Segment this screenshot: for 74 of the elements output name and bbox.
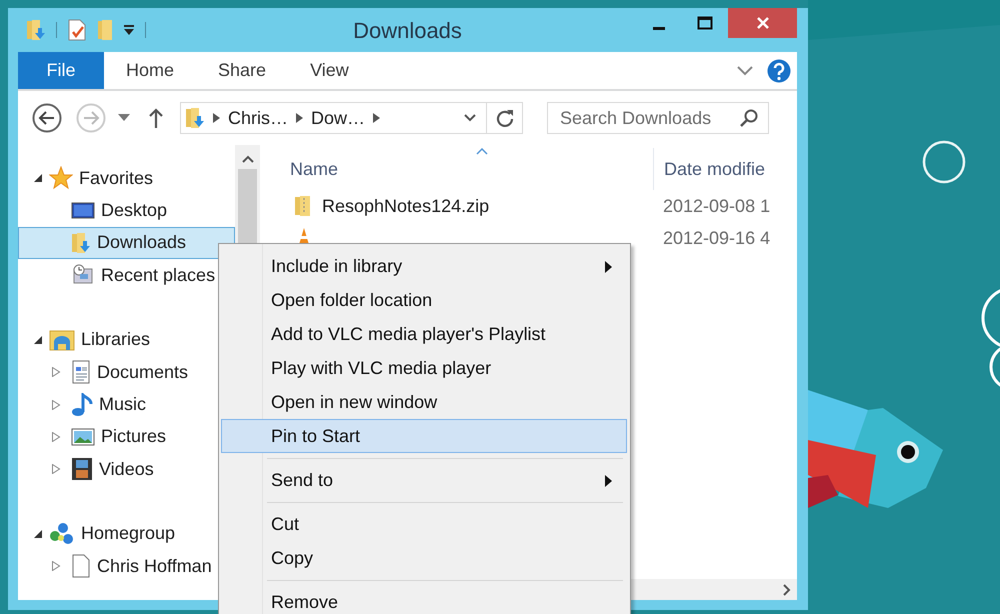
breadcrumb-arrow-icon xyxy=(373,113,380,123)
document-icon xyxy=(71,360,91,384)
music-note-icon xyxy=(71,392,93,417)
search-icon[interactable] xyxy=(739,108,759,128)
menu-item[interactable]: Remove xyxy=(221,585,627,614)
breadcrumb[interactable]: Dow… xyxy=(311,108,366,128)
date-cell-text: 2012-09-08 1 xyxy=(662,196,770,216)
scroll-right-icon[interactable] xyxy=(783,584,791,596)
nav-item[interactable]: Libraries xyxy=(81,329,150,350)
expanded-arrow-icon[interactable] xyxy=(33,173,43,184)
film-strip-icon xyxy=(71,457,93,482)
maximize-icon xyxy=(697,16,713,30)
minimize-icon xyxy=(653,26,665,30)
collapsed-arrow-icon[interactable] xyxy=(51,432,61,442)
nav-item[interactable]: Desktop xyxy=(101,200,168,222)
close-button[interactable] xyxy=(728,8,797,38)
date-cell-text: 2012-09-16 4 xyxy=(662,228,770,248)
expanded-arrow-icon[interactable] xyxy=(33,528,43,539)
library-folder-icon xyxy=(49,328,75,352)
nav-item[interactable]: Homegroup xyxy=(81,523,176,544)
breadcrumb[interactable]: Chris… xyxy=(228,108,288,128)
nav-item[interactable]: Recent places xyxy=(101,264,216,286)
menu-item[interactable]: Play with VLC media player xyxy=(221,351,627,385)
folder-icon xyxy=(71,232,91,254)
ribbon-tab[interactable]: View xyxy=(288,52,371,89)
search-field[interactable]: Search Downloads xyxy=(547,102,769,134)
scroll-up-icon[interactable] xyxy=(242,155,254,163)
collapsed-arrow-icon[interactable] xyxy=(51,367,61,378)
recent-locations-button[interactable] xyxy=(118,114,130,122)
menu-item[interactable]: Include in library xyxy=(221,249,627,283)
menu-item[interactable]: Open in new window xyxy=(221,385,627,419)
chevron-down-icon[interactable] xyxy=(737,66,753,76)
file-tab[interactable]: File xyxy=(18,52,104,89)
menu-item[interactable]: Pin to Start xyxy=(221,419,627,453)
help-icon[interactable] xyxy=(767,58,791,82)
address-dropdown-icon[interactable] xyxy=(464,114,476,122)
menu-item[interactable]: Copy xyxy=(221,541,627,575)
up-button[interactable] xyxy=(148,107,164,129)
collapsed-arrow-icon[interactable] xyxy=(51,561,61,572)
window-title: Downloads xyxy=(353,18,462,43)
nav-item[interactable]: Documents xyxy=(97,362,188,383)
monitor-icon xyxy=(71,200,95,221)
close-icon xyxy=(756,16,770,30)
nav-item[interactable]: Chris Hoffman xyxy=(97,556,212,577)
landscape-picture-icon xyxy=(71,426,95,447)
up-arrow-icon xyxy=(148,107,164,129)
breadcrumb-arrow-icon xyxy=(213,113,220,123)
breadcrumb-arrow-icon xyxy=(296,113,304,123)
ribbon-tab[interactable]: Home xyxy=(104,52,196,89)
blank-page-icon xyxy=(71,554,91,578)
properties-icon[interactable] xyxy=(67,19,87,41)
nav-item[interactable]: Favorites xyxy=(79,168,154,189)
homegroup-icon xyxy=(49,522,75,546)
customize-menu-icon[interactable] xyxy=(123,24,135,36)
nav-item[interactable]: Downloads xyxy=(97,232,186,254)
nav-item[interactable]: Music xyxy=(99,394,146,416)
column-header[interactable]: Date modifie xyxy=(653,148,766,190)
ribbon-tab[interactable]: Share xyxy=(196,52,288,89)
menu-item[interactable]: Open folder location xyxy=(221,283,627,317)
column-header[interactable]: Name xyxy=(260,148,653,190)
file-name[interactable]: ResophNotes124.zip xyxy=(322,196,490,216)
back-button[interactable] xyxy=(32,103,62,133)
collapsed-arrow-icon[interactable] xyxy=(51,400,61,410)
expanded-arrow-icon[interactable] xyxy=(33,334,43,345)
nav-item[interactable]: Videos xyxy=(99,458,154,480)
collapsed-arrow-icon[interactable] xyxy=(51,464,61,474)
menu-item[interactable]: Send to xyxy=(221,463,627,497)
menu-item[interactable]: Cut xyxy=(221,507,627,541)
dropdown-arrow-icon xyxy=(118,114,130,122)
folder-icon xyxy=(185,107,205,129)
star-icon xyxy=(49,166,73,190)
refresh-icon[interactable] xyxy=(495,108,515,128)
menu-item[interactable]: Add to VLC media player's Playlist xyxy=(221,317,627,351)
nav-item[interactable]: Pictures xyxy=(101,426,166,448)
